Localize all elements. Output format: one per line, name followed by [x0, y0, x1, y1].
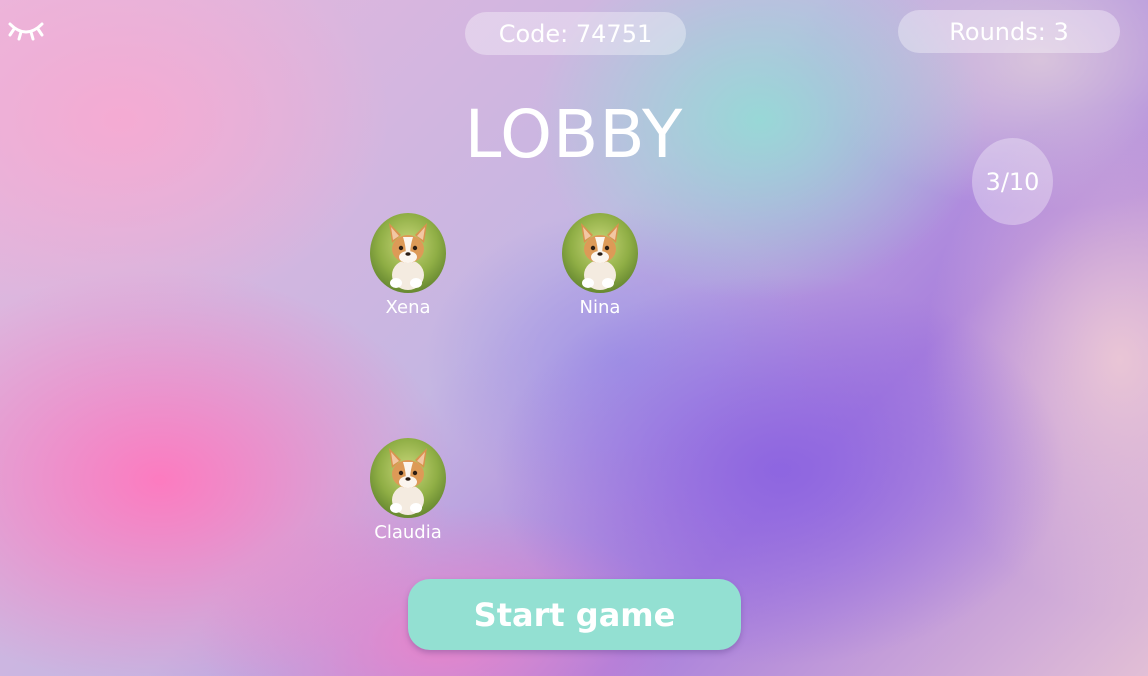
closed-eye-icon[interactable]	[6, 14, 46, 46]
room-code-badge: Code: 74751	[465, 12, 686, 55]
start-game-label: Start game	[473, 595, 676, 634]
rounds-label: Rounds: 3	[949, 17, 1069, 46]
player-count-label: 3/10	[985, 167, 1040, 196]
page-title: LOBBY	[464, 96, 684, 173]
rounds-badge: Rounds: 3	[898, 10, 1120, 53]
player-card: Claudia	[353, 438, 463, 543]
player-name: Claudia	[374, 522, 442, 543]
player-name: Nina	[579, 297, 621, 318]
player-card: Xena	[353, 213, 463, 318]
start-game-button[interactable]: Start game	[408, 579, 741, 650]
corgi-avatar-icon	[370, 213, 446, 293]
lobby-screen: Code: 74751 Rounds: 3 LOBBY 3/10 Xena Ni…	[0, 0, 1148, 676]
player-name: Xena	[385, 297, 431, 318]
corgi-avatar-icon	[370, 438, 446, 518]
player-card: Nina	[545, 213, 655, 318]
corgi-avatar-icon	[562, 213, 638, 293]
room-code-label: Code: 74751	[498, 19, 653, 48]
player-count-badge: 3/10	[972, 138, 1053, 225]
